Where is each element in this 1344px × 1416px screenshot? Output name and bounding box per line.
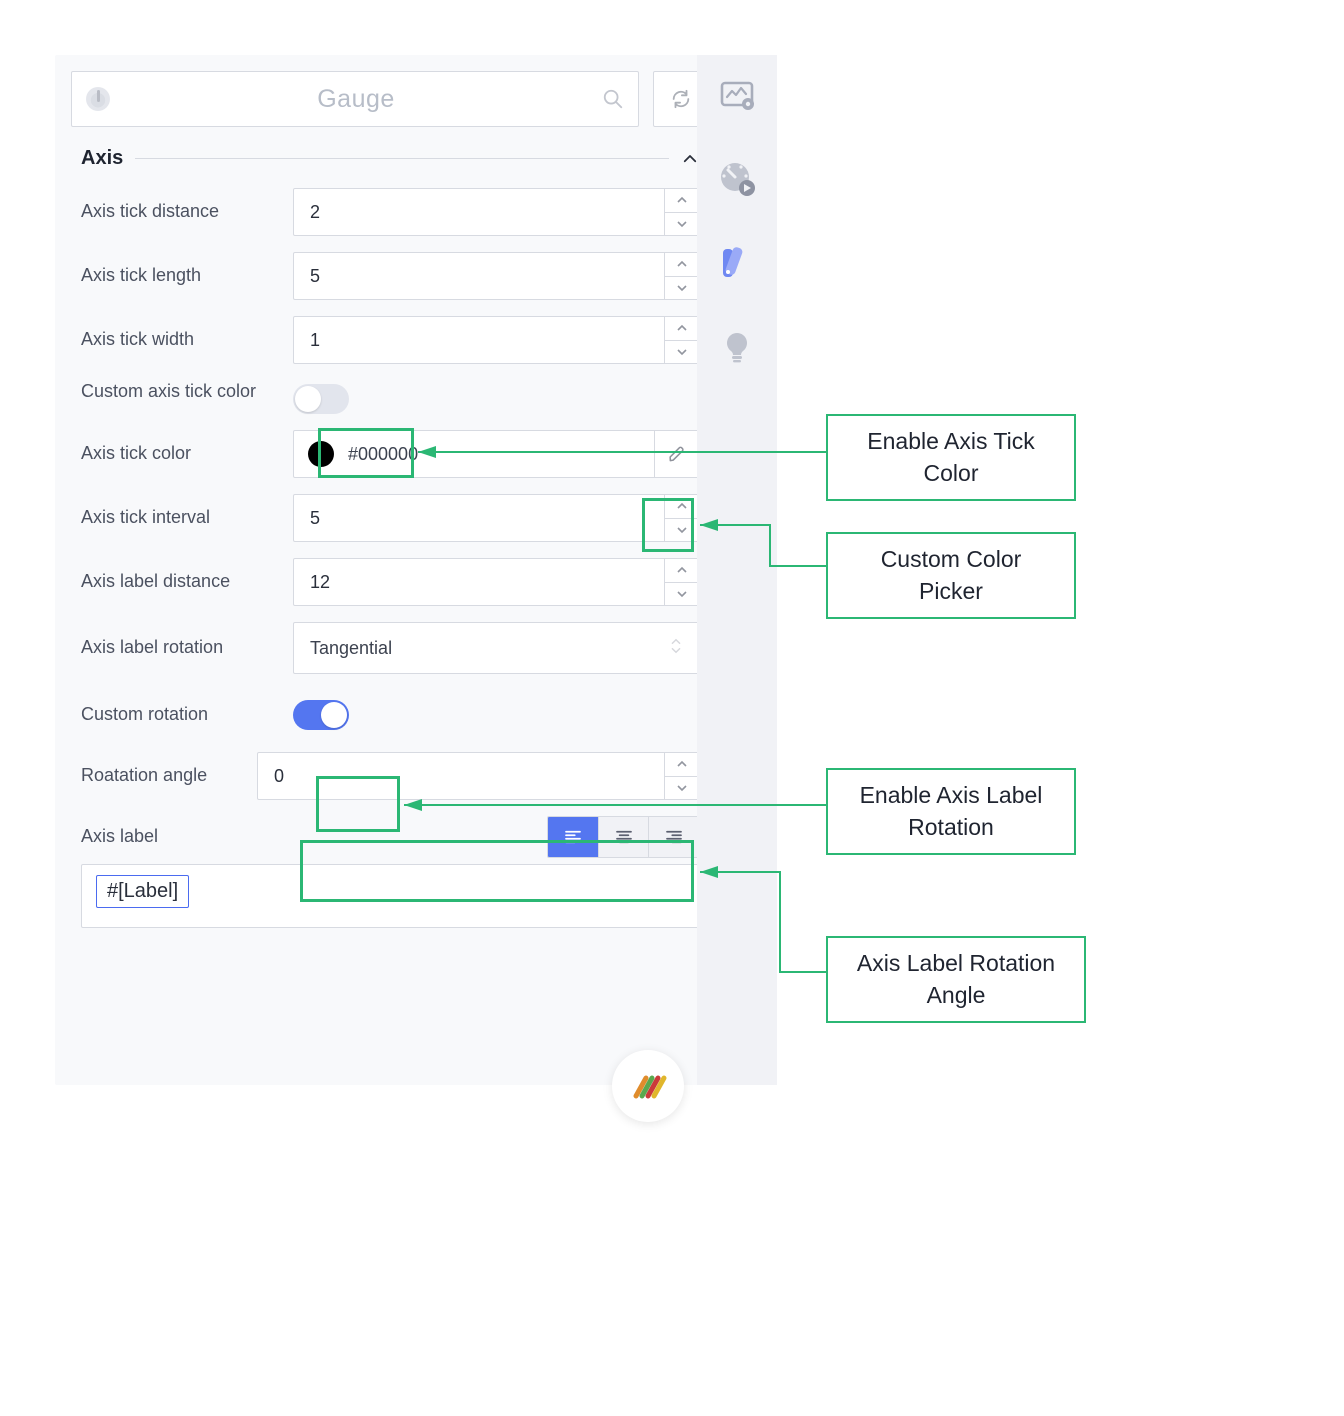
label-tick-length: Axis tick length <box>81 264 293 287</box>
color-hex: #000000 <box>348 444 418 465</box>
stepper-down-icon[interactable] <box>665 213 698 236</box>
rail-theme-icon[interactable] <box>715 241 759 285</box>
widget-type-label: Gauge <box>110 85 602 114</box>
input-tick-length[interactable] <box>294 253 664 299</box>
label-tick-distance: Axis tick distance <box>81 200 293 223</box>
stepper-down-icon[interactable] <box>665 341 698 364</box>
rail-dashboard-settings-icon[interactable] <box>715 73 759 117</box>
properties-panel: Gauge Axis Axis tick distance <box>55 55 725 1085</box>
callout-color-picker: Custom Color Picker <box>826 532 1076 619</box>
stepper-down-icon[interactable] <box>665 277 698 300</box>
label-chip[interactable]: #[Label] <box>96 875 189 908</box>
stepper-up-icon[interactable] <box>665 317 698 341</box>
stepper-up-icon[interactable] <box>665 753 698 777</box>
select-value: Tangential <box>310 638 392 659</box>
callout-enable-rotation: Enable Axis Label Rotation <box>826 768 1076 855</box>
align-right-button[interactable] <box>648 817 698 857</box>
label-tick-interval: Axis tick interval <box>81 506 293 529</box>
toggle-custom-tick-color[interactable] <box>293 384 349 414</box>
label-label-rotation: Axis label rotation <box>81 636 293 659</box>
callout-enable-tick-color: Enable Axis Tick Color <box>826 414 1076 501</box>
input-label-distance[interactable] <box>294 559 664 605</box>
input-tick-width[interactable] <box>294 317 664 363</box>
stepper-down-icon[interactable] <box>665 777 698 800</box>
color-swatch <box>308 441 334 467</box>
gauge-icon <box>86 87 110 111</box>
rail-idea-icon[interactable] <box>715 325 759 369</box>
color-picker-tick-color: #000000 <box>293 430 699 478</box>
callout-rotation-angle: Axis Label Rotation Angle <box>826 936 1086 1023</box>
search-icon <box>602 88 624 110</box>
align-left-button[interactable] <box>548 817 598 857</box>
stepper-down-icon[interactable] <box>665 519 698 542</box>
label-custom-rotation: Custom rotation <box>81 703 293 726</box>
stepper-up-icon[interactable] <box>665 189 698 213</box>
stepper-up-icon[interactable] <box>665 495 698 519</box>
color-edit-button[interactable] <box>654 431 698 477</box>
select-caret-icon <box>670 637 682 660</box>
side-icon-rail <box>697 55 777 1085</box>
stepper-up-icon[interactable] <box>665 253 698 277</box>
label-axis-label: Axis label <box>81 825 547 848</box>
stepper-up-icon[interactable] <box>665 559 698 583</box>
help-fab[interactable] <box>612 1050 684 1122</box>
toggle-custom-rotation[interactable] <box>293 700 349 730</box>
input-tick-distance-wrap <box>293 188 699 236</box>
axis-label-editor[interactable]: #[Label] <box>81 864 699 928</box>
section-title: Axis <box>81 147 123 170</box>
label-tick-color: Axis tick color <box>81 442 293 465</box>
widget-search[interactable]: Gauge <box>71 71 639 127</box>
align-group <box>547 816 699 858</box>
label-tick-width: Axis tick width <box>81 328 293 351</box>
label-custom-tick-color: Custom axis tick color <box>81 380 293 403</box>
select-label-rotation[interactable]: Tangential <box>293 622 699 674</box>
divider <box>135 158 669 159</box>
input-rotation-angle[interactable] <box>258 753 664 799</box>
label-rotation-angle: Roatation angle <box>81 764 257 787</box>
align-center-button[interactable] <box>598 817 648 857</box>
input-tick-distance[interactable] <box>294 189 664 235</box>
input-tick-interval[interactable] <box>294 495 664 541</box>
label-label-distance: Axis label distance <box>81 570 293 593</box>
stepper-down-icon[interactable] <box>665 583 698 606</box>
rail-performance-icon[interactable] <box>715 157 759 201</box>
